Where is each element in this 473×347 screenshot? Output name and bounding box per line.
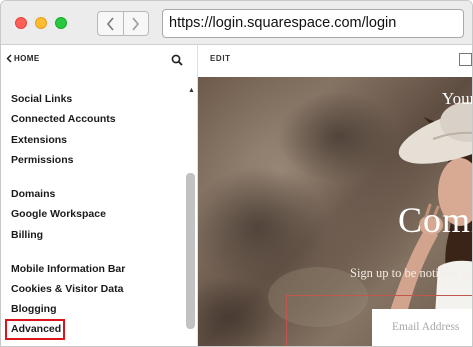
- chevron-right-icon: [132, 16, 140, 31]
- zoom-window-button[interactable]: [55, 17, 67, 29]
- expand-preview-icon[interactable]: [459, 53, 472, 66]
- hero-banner: Your Comi Sign up to be notified w Email…: [198, 77, 473, 346]
- scroll-up-arrow-icon[interactable]: ▲: [188, 87, 195, 94]
- close-window-button[interactable]: [15, 17, 27, 29]
- address-bar[interactable]: https://login.squarespace.com/login: [162, 9, 464, 38]
- menu-item-extensions[interactable]: Extensions: [11, 134, 67, 146]
- menu-item-permissions[interactable]: Permissions: [11, 154, 73, 166]
- browser-window: https://login.squarespace.com/login HOME…: [0, 0, 473, 347]
- chevron-left-icon: [106, 16, 114, 31]
- hero-heading-top: Your: [442, 89, 473, 108]
- hero-heading-main: Comi: [398, 200, 472, 240]
- nav-buttons: [97, 11, 149, 36]
- menu-item-google-workspace[interactable]: Google Workspace: [11, 208, 106, 220]
- back-button[interactable]: [98, 12, 123, 35]
- sidebar-scrollbar[interactable]: [186, 173, 195, 329]
- menu-item-cookies-visitor-data[interactable]: Cookies & Visitor Data: [11, 283, 123, 295]
- menu-item-billing[interactable]: Billing: [11, 229, 43, 241]
- home-link[interactable]: HOME: [6, 54, 40, 63]
- menu-item-connected-accounts[interactable]: Connected Accounts: [11, 113, 116, 125]
- advanced-highlight-box: [5, 319, 65, 340]
- settings-sidebar: HOME ▲ Social Links Connected Accounts E…: [1, 45, 197, 346]
- menu-item-social-links[interactable]: Social Links: [11, 93, 72, 105]
- menu-item-blogging[interactable]: Blogging: [11, 303, 57, 315]
- hero-subtext: Sign up to be notified w: [350, 266, 471, 280]
- search-icon[interactable]: [171, 53, 183, 71]
- chevron-left-icon: [6, 54, 12, 63]
- menu-item-domains[interactable]: Domains: [11, 188, 55, 200]
- forward-button[interactable]: [122, 12, 149, 35]
- minimize-window-button[interactable]: [35, 17, 47, 29]
- browser-toolbar: https://login.squarespace.com/login: [1, 1, 472, 45]
- edit-button[interactable]: EDIT: [210, 54, 231, 63]
- menu-item-mobile-information-bar[interactable]: Mobile Information Bar: [11, 263, 125, 275]
- site-preview-panel: EDIT Your Com Sign up to be notified w E…: [197, 45, 473, 346]
- email-address-field[interactable]: Email Address: [372, 309, 472, 346]
- home-label: HOME: [14, 54, 40, 63]
